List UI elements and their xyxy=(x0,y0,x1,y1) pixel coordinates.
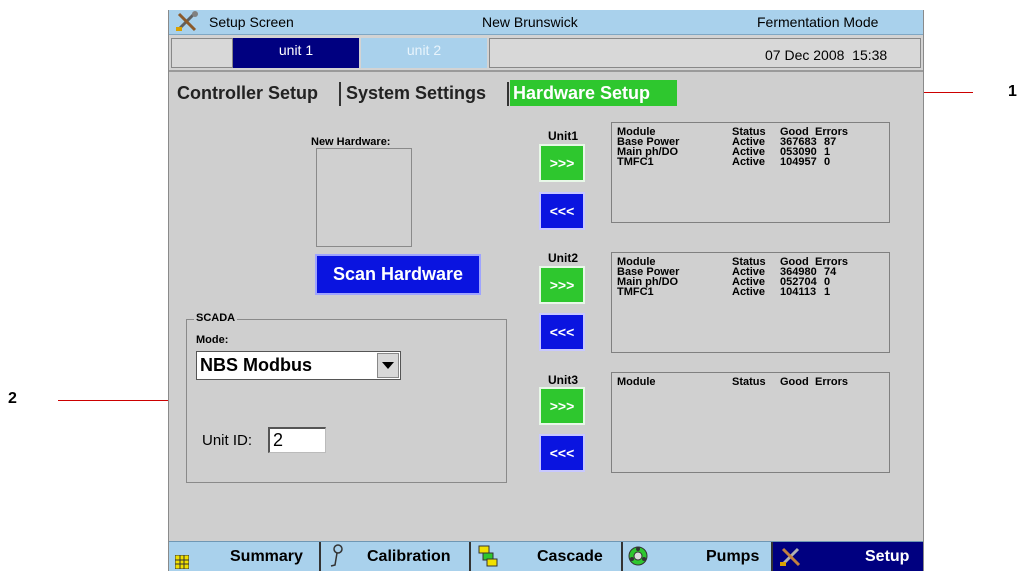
unit-id-value: 2 xyxy=(273,430,284,450)
unit2-label: Unit2 xyxy=(548,251,578,265)
unit3-module-list: Module Status Good Errors xyxy=(611,372,890,473)
unit2-add-button[interactable]: >>> xyxy=(539,266,585,304)
unit1-remove-button[interactable]: <<< xyxy=(539,192,585,230)
unit-id-input[interactable]: 2 xyxy=(268,427,326,453)
title-bar: Setup Screen New Brunswick Fermentation … xyxy=(169,10,923,36)
bottom-nav: Summary Calibration Cascade Pumps Setup xyxy=(169,541,923,571)
new-hardware-label: New Hardware: xyxy=(311,136,391,148)
tab-system-settings[interactable]: System Settings xyxy=(346,80,486,106)
scada-mode-select[interactable]: NBS Modbus xyxy=(196,351,401,380)
unit2-remove-button[interactable]: <<< xyxy=(539,313,585,351)
nav-pumps[interactable]: Pumps xyxy=(623,542,771,571)
brand-name: New Brunswick xyxy=(482,14,578,30)
scada-group-label: SCADA xyxy=(194,312,238,324)
setup-tools-icon xyxy=(779,546,803,571)
tab-hardware-setup[interactable]: Hardware Setup xyxy=(510,80,677,106)
nav-cascade[interactable]: Cascade xyxy=(471,542,621,571)
unit1-label: Unit1 xyxy=(548,129,578,143)
scada-mode-value: NBS Modbus xyxy=(200,355,312,375)
nav-cascade-label: Cascade xyxy=(537,548,603,565)
nav-pumps-label: Pumps xyxy=(706,548,760,565)
unit3-remove-button[interactable]: <<< xyxy=(539,434,585,472)
unit1-add-button[interactable]: >>> xyxy=(539,144,585,182)
callout-number-2: 2 xyxy=(8,390,17,407)
scada-mode-label: Mode: xyxy=(196,334,229,346)
nav-summary-label: Summary xyxy=(230,548,303,565)
unit-selector-bar: unit 1 unit 2 07 Dec 2008 15:38 xyxy=(169,35,923,72)
nav-calibration-label: Calibration xyxy=(367,548,451,565)
scada-group xyxy=(186,319,507,483)
setup-screen-window: Setup Screen New Brunswick Fermentation … xyxy=(168,10,924,571)
unit1-module-list: Module Status Good Errors Base Power Act… xyxy=(611,122,890,223)
screen-title: Setup Screen xyxy=(209,14,294,30)
tab-controller-setup[interactable]: Controller Setup xyxy=(177,80,318,106)
mode-indicator: Fermentation Mode xyxy=(757,14,879,30)
unit-2-tab[interactable]: unit 2 xyxy=(361,38,487,68)
nav-calibration[interactable]: Calibration xyxy=(321,542,469,571)
new-hardware-list[interactable] xyxy=(316,148,412,247)
unit2-module-list: Module Status Good Errors Base Power Act… xyxy=(611,252,890,353)
unit3-add-button[interactable]: >>> xyxy=(539,387,585,425)
callout-number-1: 1 xyxy=(1008,83,1017,100)
cascade-icon xyxy=(478,545,498,571)
probe-icon xyxy=(329,544,345,571)
chevron-down-icon[interactable] xyxy=(377,353,399,378)
unit3-label: Unit3 xyxy=(548,373,578,387)
scan-hardware-button[interactable]: Scan Hardware xyxy=(315,254,481,295)
unit-id-label: Unit ID: xyxy=(202,432,253,449)
nav-setup[interactable]: Setup xyxy=(773,542,923,571)
pump-icon xyxy=(627,545,649,571)
table-grid-icon xyxy=(174,550,190,571)
unit-1-tab[interactable]: unit 1 xyxy=(233,38,359,68)
setup-tools-icon xyxy=(175,11,199,36)
nav-setup-label: Setup xyxy=(865,548,910,565)
date-time: 07 Dec 2008 15:38 xyxy=(765,47,888,63)
nav-summary[interactable]: Summary xyxy=(169,542,319,571)
